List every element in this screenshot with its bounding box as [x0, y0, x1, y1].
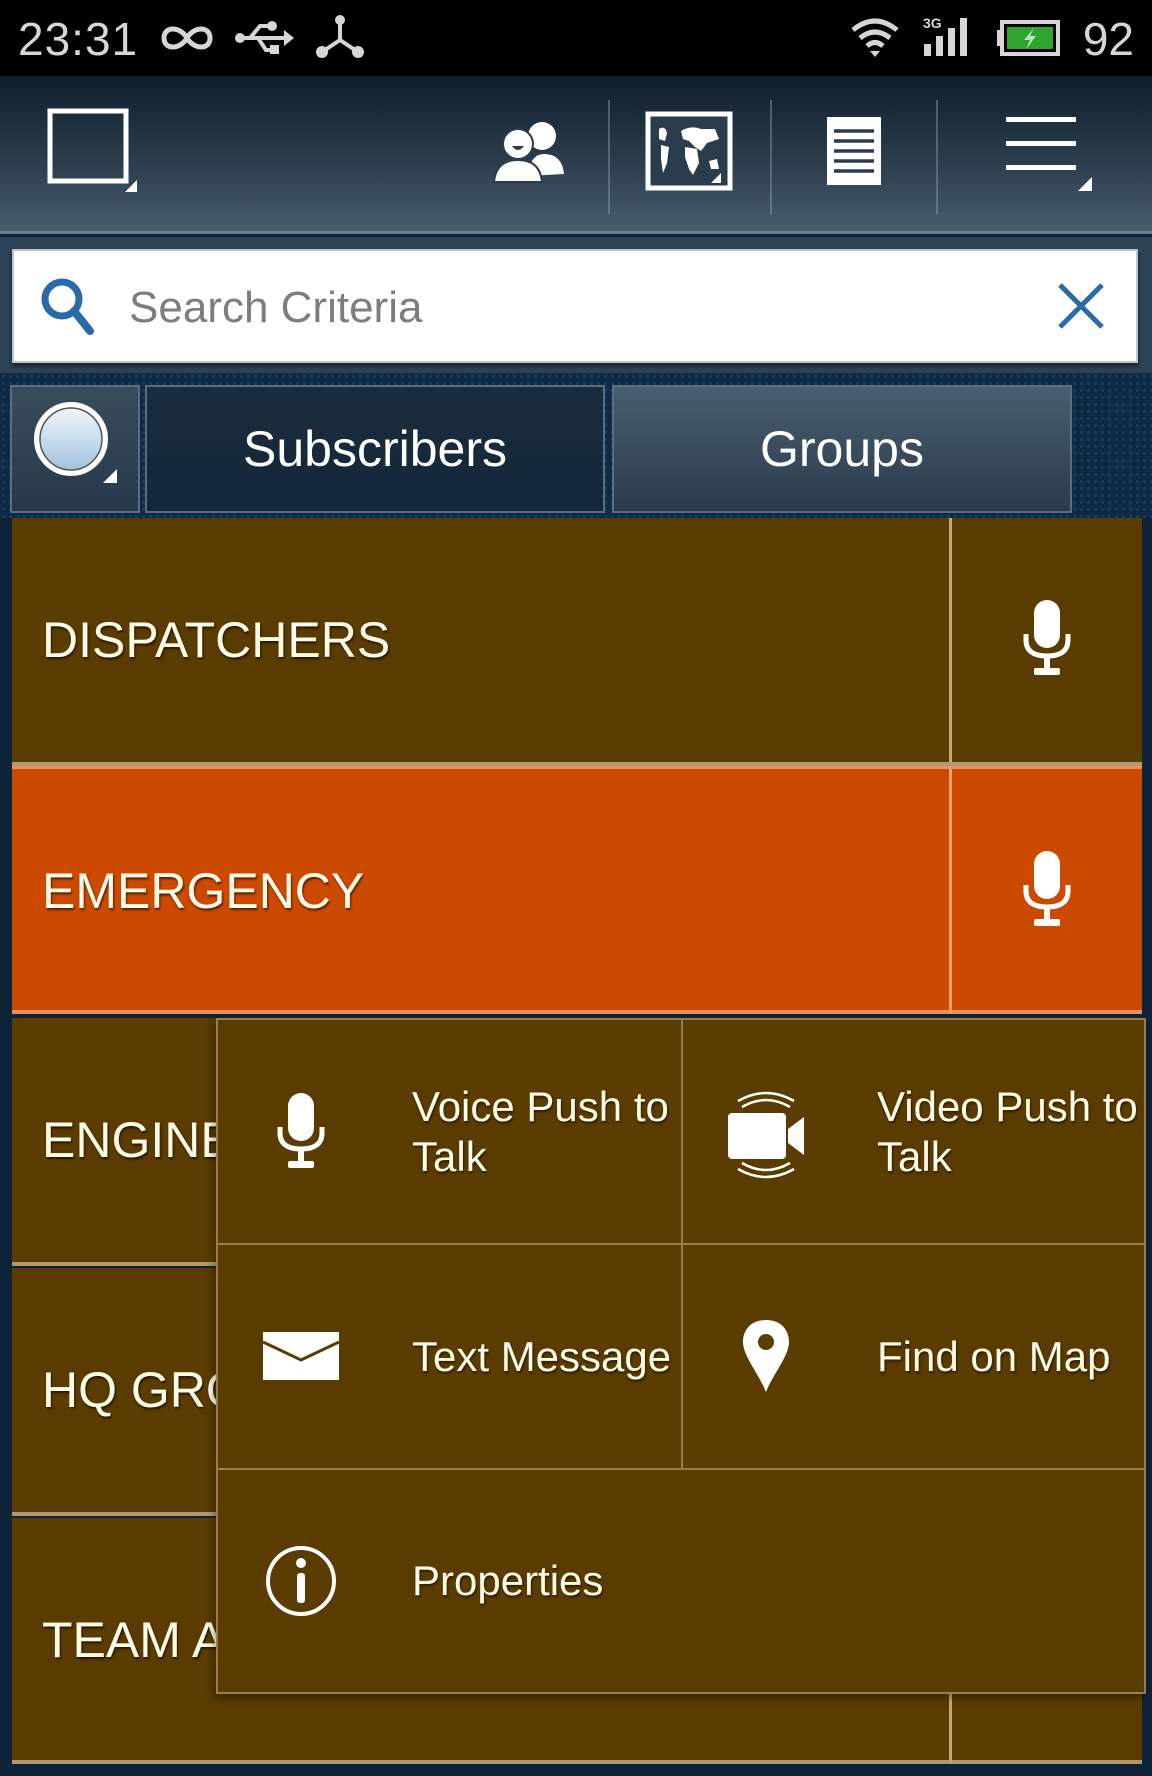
status-circle-icon [25, 393, 125, 505]
battery-percent: 92 [1082, 13, 1134, 65]
group-name: EMERGENCY [42, 863, 365, 919]
battery-charging-icon [996, 20, 1060, 61]
group-row-emergency[interactable]: EMERGENCY [12, 766, 1142, 1014]
ptt-button[interactable] [949, 518, 1142, 762]
toolbar-divider [936, 100, 938, 214]
tabs-row: Subscribers Groups [0, 373, 1152, 518]
map-pin-icon [711, 1301, 821, 1411]
search-bar [0, 237, 1152, 373]
contacts-button[interactable] [470, 76, 590, 231]
microphone-icon [1020, 849, 1074, 934]
group-row-dispatchers[interactable]: DISPATCHERS [12, 518, 1142, 766]
ptt-button[interactable] [949, 769, 1142, 1013]
world-map-icon [645, 111, 735, 196]
tab-subscribers-label: Subscribers [243, 421, 507, 477]
hamburger-menu-icon [1002, 109, 1098, 198]
status-time: 23:31 [18, 13, 139, 65]
signal-3g-icon: 3G [922, 14, 978, 63]
menu-item-label: Find on Map [877, 1333, 1111, 1380]
tab-groups[interactable]: Groups [612, 385, 1072, 513]
group-context-menu: Voice Push to Talk Video Push to Talk Te… [216, 1018, 1146, 1694]
search-box [12, 249, 1138, 363]
menu-item-label: Video Push to Talk [877, 1083, 1138, 1180]
infinity-icon [158, 20, 216, 61]
search-input[interactable] [129, 273, 1009, 343]
tab-subscribers[interactable]: Subscribers [145, 385, 605, 513]
menu-item-label: Voice Push to Talk [412, 1083, 669, 1180]
microphone-icon [246, 1076, 356, 1186]
main-menu-button[interactable] [990, 76, 1110, 231]
document-list-icon [825, 115, 885, 192]
microphone-icon [1020, 598, 1074, 683]
share-icon [314, 14, 366, 65]
menu-item-voice-ptt[interactable]: Voice Push to Talk [218, 1020, 683, 1245]
network-type-label: 3G [923, 15, 942, 31]
group-name: TEAM A [42, 1612, 226, 1668]
menu-item-label: Properties [412, 1557, 604, 1604]
window-select-button[interactable] [30, 76, 160, 231]
top-toolbar [0, 76, 1152, 234]
toolbar-divider [608, 100, 610, 214]
clear-search-icon[interactable] [1056, 281, 1106, 336]
menu-item-text-message[interactable]: Text Message [218, 1245, 683, 1470]
info-icon [246, 1526, 356, 1636]
usb-icon [234, 18, 296, 63]
map-button[interactable] [620, 76, 760, 231]
wifi-icon [850, 16, 900, 63]
envelope-icon [246, 1301, 356, 1411]
menu-item-find-on-map[interactable]: Find on Map [683, 1245, 1144, 1470]
tab-groups-label: Groups [760, 421, 924, 477]
search-icon[interactable] [38, 275, 102, 344]
video-camera-icon [711, 1076, 821, 1186]
menu-item-label: Text Message [412, 1333, 672, 1380]
menu-item-video-ptt[interactable]: Video Push to Talk [683, 1020, 1144, 1245]
square-window-icon [45, 106, 145, 201]
contacts-icon [490, 116, 570, 191]
status-filter-dropdown[interactable] [10, 385, 140, 513]
toolbar-divider [770, 100, 772, 214]
status-bar: 23:31 3G 92 [0, 0, 1152, 76]
menu-item-properties[interactable]: Properties [218, 1470, 1144, 1692]
group-name: DISPATCHERS [42, 612, 391, 668]
list-button[interactable] [790, 76, 920, 231]
